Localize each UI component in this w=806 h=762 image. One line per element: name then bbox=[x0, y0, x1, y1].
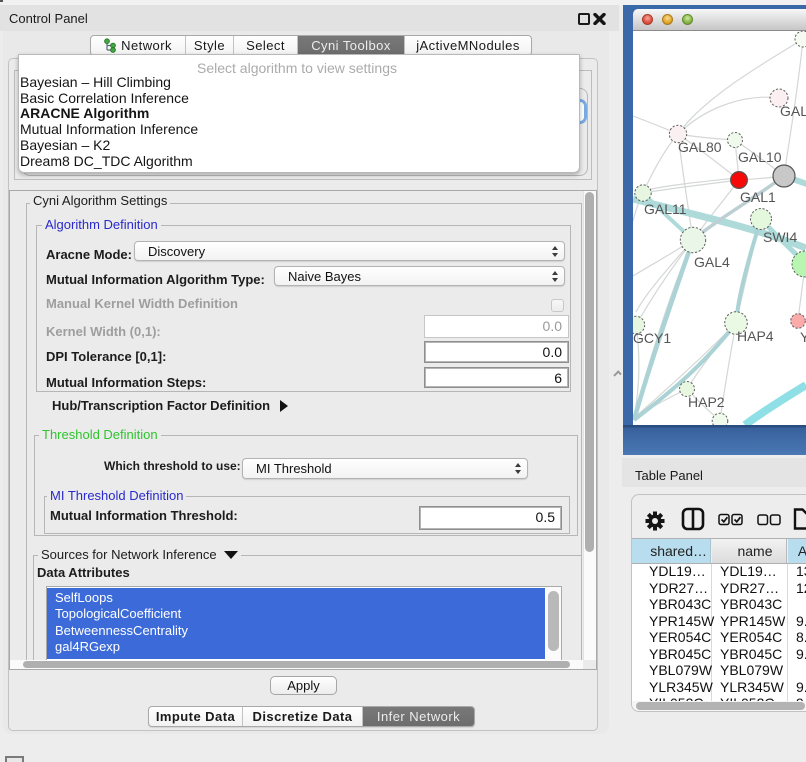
svg-text:GAL11: GAL11 bbox=[644, 201, 687, 217]
svg-text:GAL7: GAL7 bbox=[780, 103, 806, 119]
svg-text:GAL80: GAL80 bbox=[678, 139, 722, 155]
svg-text:GCY1: GCY1 bbox=[633, 330, 671, 346]
svg-text:HAP4: HAP4 bbox=[737, 328, 774, 344]
svg-text:GAL10: GAL10 bbox=[738, 149, 782, 165]
svg-text:YJL: YJL bbox=[800, 329, 806, 345]
svg-text:GAL4: GAL4 bbox=[694, 254, 730, 270]
svg-text:HAP2: HAP2 bbox=[688, 394, 725, 410]
svg-text:GAL1: GAL1 bbox=[740, 189, 776, 205]
svg-text:SWI4: SWI4 bbox=[763, 229, 797, 245]
